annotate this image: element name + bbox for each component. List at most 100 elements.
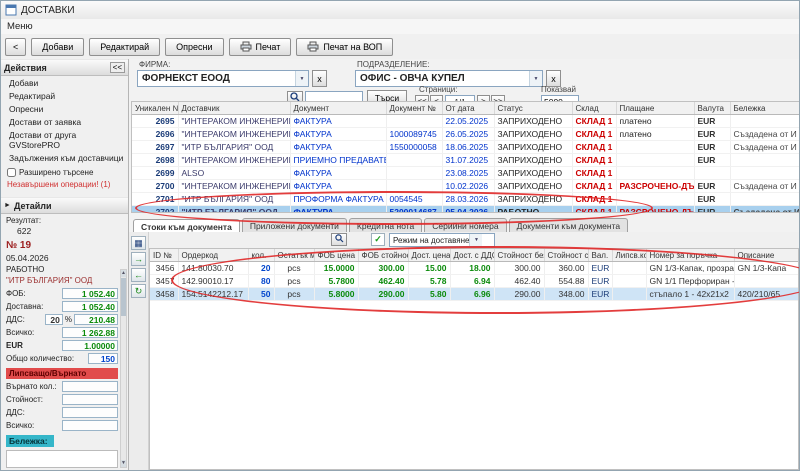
item-row[interactable]: 3456141.80030.7020pcs15.0000300.0015.001…	[150, 262, 799, 275]
sidebar-link-5[interactable]: Задължения към доставчици	[1, 151, 128, 164]
vat2-field[interactable]	[62, 407, 118, 418]
vat-row: ДДС: 20 % 210.48	[6, 314, 118, 325]
column-header[interactable]: ID №	[150, 249, 178, 262]
confirm-check-icon[interactable]: ✓	[371, 233, 385, 246]
vat-rate-field[interactable]: 20	[45, 314, 63, 325]
print-button[interactable]: Печат	[229, 38, 292, 56]
delivery-row: Доставна: 1 052.40	[6, 301, 118, 312]
value-field[interactable]	[62, 394, 118, 405]
cell-doc: ФАКТУРА	[290, 141, 386, 154]
table-row[interactable]: 2698"ИНТЕРАКОМ ИНЖЕНЕРИНГ" ООДПРИЕМНО ПР…	[132, 154, 800, 167]
cell-id: 2695	[132, 115, 178, 128]
column-header[interactable]: Документ №	[386, 102, 442, 115]
extended-search-label: Разширено търсене	[19, 168, 93, 177]
tab-2[interactable]: Кредитна нота	[349, 218, 422, 232]
collapse-sidebar-button[interactable]: <<	[110, 62, 125, 73]
column-header[interactable]: Склад	[572, 102, 616, 115]
edit-button[interactable]: Редактирай	[89, 38, 160, 56]
column-header[interactable]: Бележка	[730, 102, 800, 115]
arrow-left-icon[interactable]: ←	[131, 268, 146, 282]
column-header[interactable]: Дост. цена	[408, 249, 450, 262]
total-qty-row: Общо количество: 150	[6, 353, 118, 364]
chevron-down-icon[interactable]: ▼	[295, 71, 308, 86]
refresh-icon[interactable]: ↻	[131, 284, 146, 298]
scroll-thumb[interactable]	[121, 278, 126, 316]
table-row[interactable]: 2702"ИТР БЪЛГАРИЯ" ООДФАКТУРА52000146870…	[132, 206, 800, 214]
cell-note	[730, 193, 800, 206]
scroll-up-icon[interactable]: ▲	[121, 270, 126, 277]
chevron-down-icon[interactable]: ▼	[529, 71, 542, 86]
menu-item-menu[interactable]: Меню	[7, 21, 33, 32]
scroll-down-icon[interactable]: ▼	[121, 460, 126, 467]
details-arrow-icon[interactable]: ►	[4, 202, 11, 209]
column-header[interactable]: Плащане	[616, 102, 694, 115]
grid-export-icon[interactable]: ▦	[131, 236, 146, 250]
chevron-down-icon[interactable]: ▼	[469, 234, 482, 246]
tab-3[interactable]: Серийни номера	[424, 218, 506, 232]
cell-cur: EUR	[694, 180, 730, 193]
column-header[interactable]: Стойност без ДД	[494, 249, 544, 262]
table-row[interactable]: 2699ALSOФАКТУРА23.08.2025ЗАПРИХОДЕНОСКЛА…	[132, 167, 800, 180]
column-header[interactable]: ФОБ цена	[314, 249, 358, 262]
cell-sklad: СКЛАД 1	[572, 206, 616, 214]
arrow-right-icon[interactable]: →	[131, 252, 146, 266]
column-header[interactable]: Стойност с	[544, 249, 588, 262]
column-header[interactable]: Остатък мярка	[274, 249, 314, 262]
items-table: ID №Ордеркодкол.Остатък мяркаФОБ ценаФОБ…	[149, 248, 799, 470]
company-select[interactable]: ФОРНЕКСТ ЕООД ▼	[137, 70, 309, 87]
column-header[interactable]: кол.	[248, 249, 274, 262]
detail-search-button[interactable]	[331, 233, 347, 246]
table-row[interactable]: 2701"ИТР БЪЛГАРИЯ" ООДПРОФОРМА ФАКТУРА00…	[132, 193, 800, 206]
column-header[interactable]: Ордеркод	[178, 249, 248, 262]
column-header[interactable]: Липсв.кол.	[612, 249, 646, 262]
cell-status: ЗАПРИХОДЕНО	[494, 141, 572, 154]
column-header[interactable]: Статус	[494, 102, 572, 115]
actions-panel-header: Действия <<	[1, 59, 128, 76]
column-header[interactable]: Уникален №	[132, 102, 178, 115]
tab-1[interactable]: Приложени документи	[242, 218, 347, 232]
items-grid: ID №Ордеркодкол.Остатък мяркаФОБ ценаФОБ…	[150, 249, 799, 301]
cell-order_num: стъпало 1 - 42x21x2	[646, 288, 734, 301]
sidebar-link-1[interactable]: Редактирай	[1, 89, 128, 102]
tab-0[interactable]: Стоки към документа	[133, 219, 240, 233]
returned-qty-field[interactable]	[62, 381, 118, 392]
item-row[interactable]: 3457142.90010.1780pcs5.7800462.405.786.9…	[150, 275, 799, 288]
sidebar-link-4[interactable]: Достави от друга GVStorePRO	[1, 128, 128, 151]
refresh-button[interactable]: Опресни	[165, 38, 223, 56]
column-header[interactable]: Валута	[694, 102, 730, 115]
column-header[interactable]: Описание	[734, 249, 799, 262]
column-header[interactable]: Номер за поръчка	[646, 249, 734, 262]
sidebar-scrollbar[interactable]: ▲ ▼	[120, 269, 127, 468]
column-header[interactable]: Документ	[290, 102, 386, 115]
unfinished-operations-link[interactable]: Незавършени операции! (1)	[7, 180, 124, 189]
column-header[interactable]: От дата	[442, 102, 494, 115]
extended-search-checkbox[interactable]	[7, 168, 16, 177]
column-header[interactable]: Доставчик	[178, 102, 290, 115]
column-header[interactable]: ФОБ стойност	[358, 249, 408, 262]
column-header[interactable]: Дост. с ДДС	[450, 249, 494, 262]
sidebar-link-0[interactable]: Добави	[1, 76, 128, 89]
add-button[interactable]: Добави	[31, 38, 84, 56]
sidebar-link-3[interactable]: Достави от заявка	[1, 115, 128, 128]
table-row[interactable]: 2696"ИНТЕРАКОМ ИНЖЕНЕРИНГ" ООДФАКТУРА100…	[132, 128, 800, 141]
percent-sign: %	[65, 315, 72, 324]
currency-rate: 1.00000	[62, 340, 118, 351]
note-field[interactable]	[6, 450, 118, 468]
table-row[interactable]: 2697"ИТР БЪЛГАРИЯ" ООДФАКТУРА15500000581…	[132, 141, 800, 154]
sidebar-link-2[interactable]: Опресни	[1, 102, 128, 115]
column-header[interactable]: Вал.	[588, 249, 612, 262]
company-clear-button[interactable]: x	[312, 70, 327, 87]
delivery-mode-select[interactable]: Режим на доставяне ▼	[389, 233, 495, 247]
cell-status: РАБОТНО	[494, 206, 572, 214]
item-row[interactable]: 3458154.5142212.1750pcs5.8000290.005.806…	[150, 288, 799, 301]
total2-field[interactable]	[62, 420, 118, 431]
cell-fob_value: 300.00	[358, 262, 408, 275]
print-vop-button[interactable]: Печат на ВОП	[296, 38, 393, 56]
back-button[interactable]: <	[5, 38, 26, 56]
table-row[interactable]: 2695"ИНТЕРАКОМ ИНЖЕНЕРИНГ" ООДФАКТУРА22.…	[132, 115, 800, 128]
cell-supplier: "ИНТЕРАКОМ ИНЖЕНЕРИНГ" ООД	[178, 128, 290, 141]
currency-row: EUR 1.00000	[6, 340, 118, 351]
tab-4[interactable]: Документи към документа	[509, 218, 629, 232]
search-icon	[335, 234, 344, 243]
table-row[interactable]: 2700"ИНТЕРАКОМ ИНЖЕНЕРИНГ" ООДФАКТУРА10.…	[132, 180, 800, 193]
